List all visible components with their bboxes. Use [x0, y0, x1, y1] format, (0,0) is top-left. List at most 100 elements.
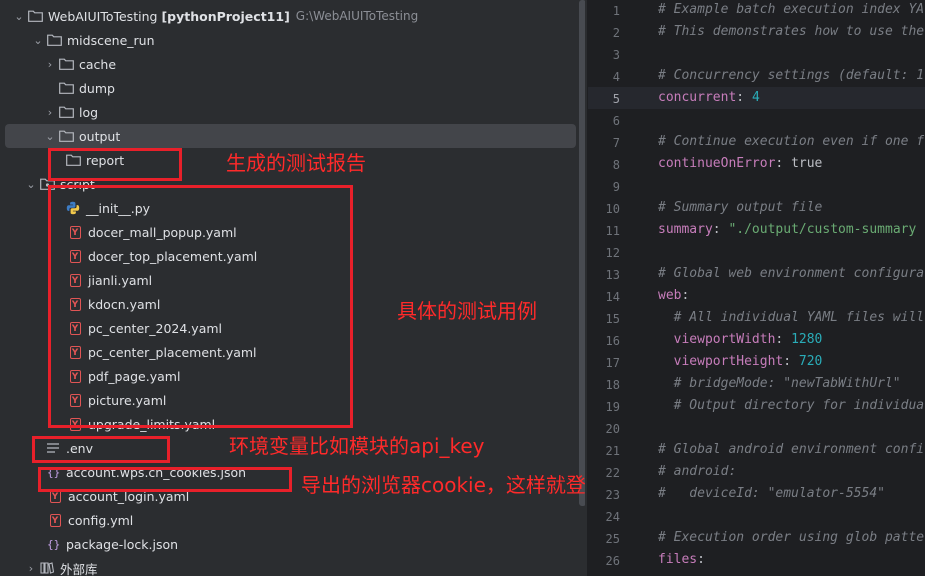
tree-label: output — [79, 128, 121, 144]
line-number: 26 — [605, 554, 620, 568]
line-number: 3 — [612, 48, 620, 62]
code-line: # Example batch execution index YA — [658, 2, 924, 17]
yaml-value: 1280 — [791, 332, 823, 347]
line-number: 14 — [605, 290, 620, 304]
line-number: 4 — [612, 70, 620, 84]
line-number: 18 — [605, 378, 620, 392]
tree-scrollbar[interactable] — [579, 0, 585, 506]
folder-icon — [57, 129, 75, 143]
yaml-key: continueOnError — [658, 156, 776, 171]
line-number: 20 — [605, 422, 620, 436]
code-editor[interactable]: 1 # Example batch execution index YA 2 # Th… — [588, 0, 925, 576]
tree-label: midscene_run — [67, 32, 155, 48]
tree-label: log — [79, 104, 99, 120]
project-module: [pythonProject11] — [161, 8, 290, 24]
code-comment: # Example batch execution index YA — [658, 2, 925, 17]
folder-icon — [26, 9, 44, 23]
code-comment: # Execution order using glob patte — [658, 530, 925, 545]
yaml-file-icon: Y — [46, 513, 64, 527]
folder-icon — [45, 33, 63, 47]
annotation-box-cookies — [38, 467, 292, 492]
yaml-colon: : — [783, 354, 799, 369]
yaml-value: 720 — [798, 354, 823, 369]
annotation-cases: 具体的测试用例 — [397, 299, 537, 323]
line-number: 5 — [612, 92, 620, 106]
yaml-key: viewportHeight — [658, 354, 784, 369]
code-comment: # android: — [658, 464, 737, 479]
chevron-right-icon[interactable]: › — [43, 106, 57, 119]
folder-icon — [57, 57, 75, 71]
line-number: 25 — [605, 532, 620, 546]
annotation-report: 生成的测试报告 — [226, 151, 366, 175]
yaml-value: 4 — [751, 90, 760, 105]
folder-icon — [57, 105, 75, 119]
code-line: # Continue execution even if one f — [658, 134, 924, 149]
chevron-down-icon[interactable]: ⌄ — [31, 34, 45, 47]
tree-row-cache[interactable]: › cache — [0, 52, 578, 76]
tree-label: config.yml — [68, 512, 134, 528]
line-number: 23 — [605, 488, 620, 502]
code-line: continueOnError: true — [658, 156, 822, 171]
code-comment: # deviceId: "emulator-5554" — [658, 486, 885, 501]
chevron-down-icon[interactable]: ⌄ — [12, 10, 26, 23]
line-number: 13 — [605, 268, 620, 282]
tree-row-dump[interactable]: dump — [0, 76, 578, 100]
tree-row-package-lock[interactable]: {} package-lock.json — [0, 532, 578, 556]
code-line: # All individual YAML files will — [658, 310, 924, 325]
line-number: 21 — [605, 444, 620, 458]
code-line: viewportWidth: 1280 — [658, 332, 823, 347]
tree-label: dump — [79, 80, 115, 96]
line-number: 8 — [612, 158, 620, 172]
tree-label: package-lock.json — [66, 536, 179, 552]
chevron-down-icon[interactable]: ⌄ — [24, 178, 38, 191]
library-icon — [38, 561, 56, 575]
code-line: web: — [658, 288, 697, 303]
line-number: 16 — [605, 334, 620, 348]
folder-icon — [57, 81, 75, 95]
line-number: 1 — [612, 4, 620, 18]
code-comment: # This demonstrates how to use the — [658, 24, 925, 39]
code-line: # This demonstrates how to use the — [658, 24, 924, 39]
line-number: 17 — [605, 356, 620, 370]
line-number: 10 — [605, 202, 620, 216]
line-number: 7 — [612, 136, 620, 150]
yaml-value: "./output/custom-summary — [728, 222, 917, 237]
line-number: 6 — [612, 114, 620, 128]
code-comment: # Output directory for individua — [658, 398, 925, 413]
tree-row-config[interactable]: Y config.yml — [0, 508, 578, 532]
tree-row-log[interactable]: › log — [0, 100, 578, 124]
yaml-key: concurrent — [658, 90, 737, 105]
line-number: 12 — [605, 246, 620, 260]
tree-row-midscene-run[interactable]: ⌄ midscene_run — [0, 28, 578, 52]
code-line: # Summary output file — [658, 200, 822, 215]
yaml-colon: : — [681, 288, 698, 303]
tree-row-root[interactable]: ⌄ WebAIUIToTesting [pythonProject11] G:\… — [0, 4, 578, 28]
line-number: 9 — [612, 180, 620, 194]
tree-row-output[interactable]: ⌄ output — [5, 124, 576, 148]
code-line: # Execution order using glob patte — [658, 530, 924, 545]
yaml-colon: : — [712, 222, 729, 237]
code-comment: # Global web environment configura — [658, 266, 925, 281]
code-line: summary: "./output/custom-summary — [658, 222, 916, 237]
yaml-colon: : — [697, 552, 713, 567]
code-comment: # Global android environment confi — [658, 442, 925, 457]
yaml-key: web — [658, 288, 682, 303]
yaml-colon: : — [775, 332, 792, 347]
project-tree-panel: ⌄ WebAIUIToTesting [pythonProject11] G:\… — [0, 0, 585, 576]
code-line: # android: — [658, 464, 736, 479]
code-line: concurrent: 4 — [658, 90, 760, 105]
annotation-env: 环境变量比如模块的api_key — [229, 434, 485, 458]
chevron-right-icon[interactable]: › — [43, 58, 57, 71]
tree-row-external-libraries[interactable]: › 外部库 — [0, 556, 578, 576]
code-line: files: — [658, 552, 713, 567]
line-number: 15 — [605, 312, 620, 326]
chevron-right-icon[interactable]: › — [24, 562, 38, 575]
line-number: 2 — [612, 26, 620, 40]
yaml-key: files — [658, 552, 698, 567]
code-comment: # Continue execution even if one f — [658, 134, 925, 149]
line-number: 19 — [605, 400, 620, 414]
code-line: # bridgeMode: "newTabWithUrl" — [658, 376, 901, 391]
chevron-down-icon[interactable]: ⌄ — [43, 130, 57, 143]
code-comment: # All individual YAML files will — [658, 310, 925, 325]
project-name: WebAIUIToTesting — [48, 8, 158, 24]
